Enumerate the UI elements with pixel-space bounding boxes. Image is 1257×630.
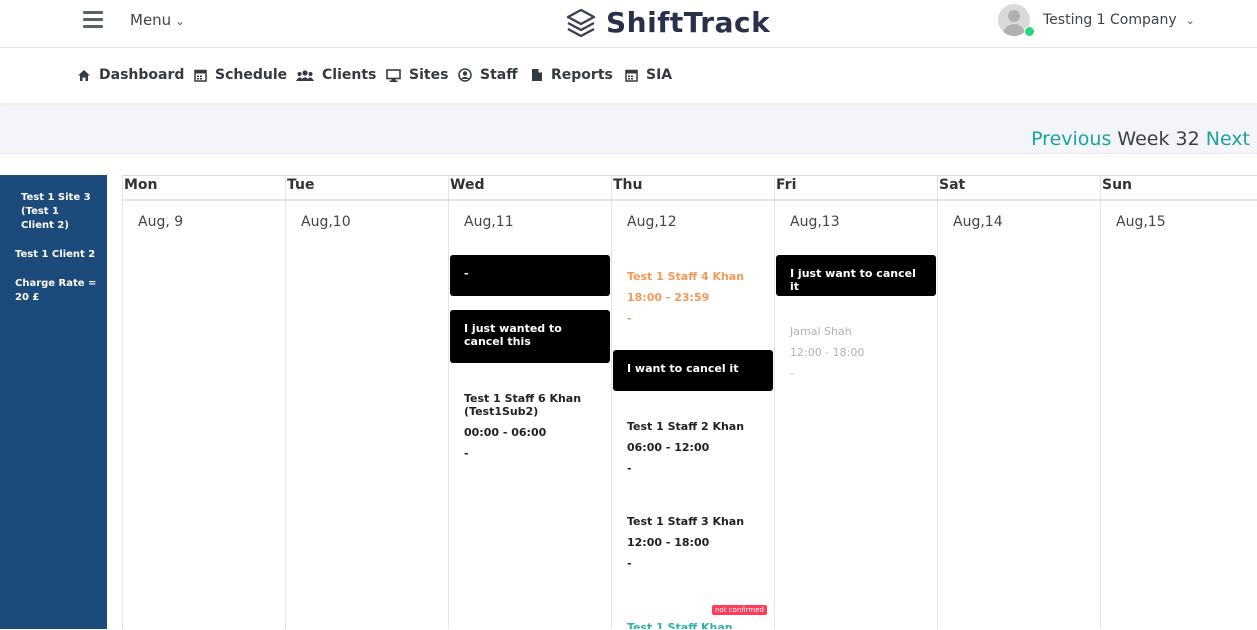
shift-note-card[interactable]: - xyxy=(450,255,610,296)
nav-sites-label: Sites xyxy=(409,67,449,83)
next-week-link[interactable]: Next xyxy=(1206,128,1250,150)
nav-sites[interactable]: Sites xyxy=(386,67,448,83)
nav-dashboard-label: Dashboard xyxy=(99,67,185,83)
nav-reports-label: Reports xyxy=(551,67,613,83)
day-name: Sat xyxy=(939,177,966,193)
shift-card-unconfirmed[interactable]: not confirmed Test 1 Staff Khan xyxy=(613,596,773,629)
nav-schedule-label: Schedule xyxy=(215,67,288,83)
day-name: Mon xyxy=(124,177,158,193)
day-column-mon[interactable] xyxy=(122,175,286,629)
shift-extra: - xyxy=(627,462,632,475)
app-logo[interactable]: ShiftTrack xyxy=(566,6,770,39)
layers-icon xyxy=(566,8,596,37)
shift-note-text: I just want to cancel it xyxy=(790,267,916,293)
day-column-tue[interactable] xyxy=(285,175,449,629)
client-name: Test 1 Client 2 xyxy=(15,249,96,260)
not-confirmed-badge: not confirmed xyxy=(712,605,767,615)
shift-extra: - xyxy=(790,367,794,380)
previous-week-link[interactable]: Previous xyxy=(1031,128,1111,150)
shift-note-card[interactable]: I just wanted to cancel this xyxy=(450,310,610,363)
day-date: Aug, 9 xyxy=(138,214,184,230)
shift-note-card[interactable]: I want to cancel it xyxy=(613,350,773,391)
shift-card[interactable]: Test 1 Staff 3 Khan 12:00 - 18:00 - xyxy=(613,501,773,581)
shift-note-text: I just wanted to cancel this xyxy=(464,322,562,348)
shift-time: 00:00 - 06:00 xyxy=(464,426,547,439)
staff-name: Test 1 Staff 4 Khan xyxy=(627,270,745,283)
shift-extra: - xyxy=(627,312,632,325)
calendar-icon xyxy=(194,69,207,82)
day-name: Tue xyxy=(287,177,315,193)
nav-dashboard[interactable]: Dashboard xyxy=(77,67,184,83)
nav-reports[interactable]: Reports xyxy=(531,67,613,83)
main-nav: Dashboard Schedule Clients Sites Staff R… xyxy=(0,48,1257,103)
shift-extra: - xyxy=(627,557,632,570)
staff-name: Test 1 Staff Khan xyxy=(627,621,733,629)
shift-note-text: I want to cancel it xyxy=(627,362,739,375)
day-name: Sun xyxy=(1102,177,1133,193)
shift-time: 06:00 - 12:00 xyxy=(627,441,710,454)
chevron-down-icon: ⌄ xyxy=(1185,13,1195,27)
staff-name: Test 1 Staff 6 Khan (Test1Sub2) xyxy=(464,392,582,418)
day-column-fri[interactable] xyxy=(774,175,938,629)
day-date: Aug,11 xyxy=(464,214,514,230)
week-label: Week 32 xyxy=(1117,128,1200,150)
top-bar: Menu ⌄ ShiftTrack Testing 1 Company ⌄ xyxy=(0,0,1257,48)
home-icon xyxy=(78,69,90,81)
site-sidebar: Test 1 Site 3 (Test 1 Client 2) Test 1 C… xyxy=(0,175,107,629)
shift-card[interactable]: Test 1 Staff 2 Khan 06:00 - 12:00 - xyxy=(613,406,773,486)
charge-rate: Charge Rate = 20 £ xyxy=(15,278,97,303)
day-column-sun[interactable] xyxy=(1100,175,1257,629)
day-date: Aug,12 xyxy=(627,214,677,230)
users-icon xyxy=(296,69,314,81)
nav-schedule[interactable]: Schedule xyxy=(194,67,287,83)
nav-staff-label: Staff xyxy=(480,67,518,83)
day-column-sat[interactable] xyxy=(937,175,1101,629)
nav-sia[interactable]: SIA xyxy=(625,67,672,83)
shift-time: 12:00 - 18:00 xyxy=(627,536,710,549)
day-name: Wed xyxy=(450,177,485,193)
week-navigation: Previous Week 32 Next xyxy=(1031,128,1250,150)
company-name: Testing 1 Company xyxy=(1043,12,1177,28)
staff-name: Jamal Shah xyxy=(790,325,852,338)
day-date: Aug,13 xyxy=(790,214,840,230)
shift-card-past[interactable]: Jamal Shah 12:00 - 18:00 - xyxy=(776,311,936,391)
nav-sia-label: SIA xyxy=(646,67,673,83)
day-name: Fri xyxy=(776,177,797,193)
shift-time: 18:00 - 23:59 xyxy=(627,291,710,304)
nav-clients[interactable]: Clients xyxy=(296,67,376,83)
staff-name: Test 1 Staff 3 Khan xyxy=(627,515,745,528)
chevron-down-icon: ⌄ xyxy=(175,15,185,28)
staff-name: Test 1 Staff 2 Khan xyxy=(627,420,745,433)
shift-note-text: - xyxy=(464,267,469,280)
desktop-icon xyxy=(386,68,401,82)
day-date: Aug,14 xyxy=(953,214,1003,230)
day-date: Aug,15 xyxy=(1116,214,1166,230)
online-status-dot xyxy=(1024,26,1035,37)
site-name: Test 1 Site 3 (Test 1 Client 2) xyxy=(21,192,91,231)
app-name: ShiftTrack xyxy=(606,6,771,39)
shift-card[interactable]: Test 1 Staff 6 Khan (Test1Sub2) 00:00 - … xyxy=(450,378,610,472)
hamburger-menu-icon[interactable] xyxy=(83,11,103,28)
user-circle-icon xyxy=(458,68,472,82)
shift-time: 12:00 - 18:00 xyxy=(790,346,865,359)
shift-card-pending[interactable]: Test 1 Staff 4 Khan 18:00 - 23:59 - xyxy=(613,256,773,336)
file-icon xyxy=(532,69,542,81)
day-date: Aug,10 xyxy=(301,214,351,230)
shift-extra: - xyxy=(464,447,469,460)
menu-dropdown[interactable]: Menu ⌄ xyxy=(130,11,184,29)
nav-staff[interactable]: Staff xyxy=(458,67,518,83)
menu-label: Menu xyxy=(130,11,172,29)
shift-note-card[interactable]: I just want to cancel it xyxy=(776,255,936,296)
day-name: Thu xyxy=(613,177,643,193)
calendar-icon xyxy=(625,69,638,82)
nav-clients-label: Clients xyxy=(322,67,377,83)
